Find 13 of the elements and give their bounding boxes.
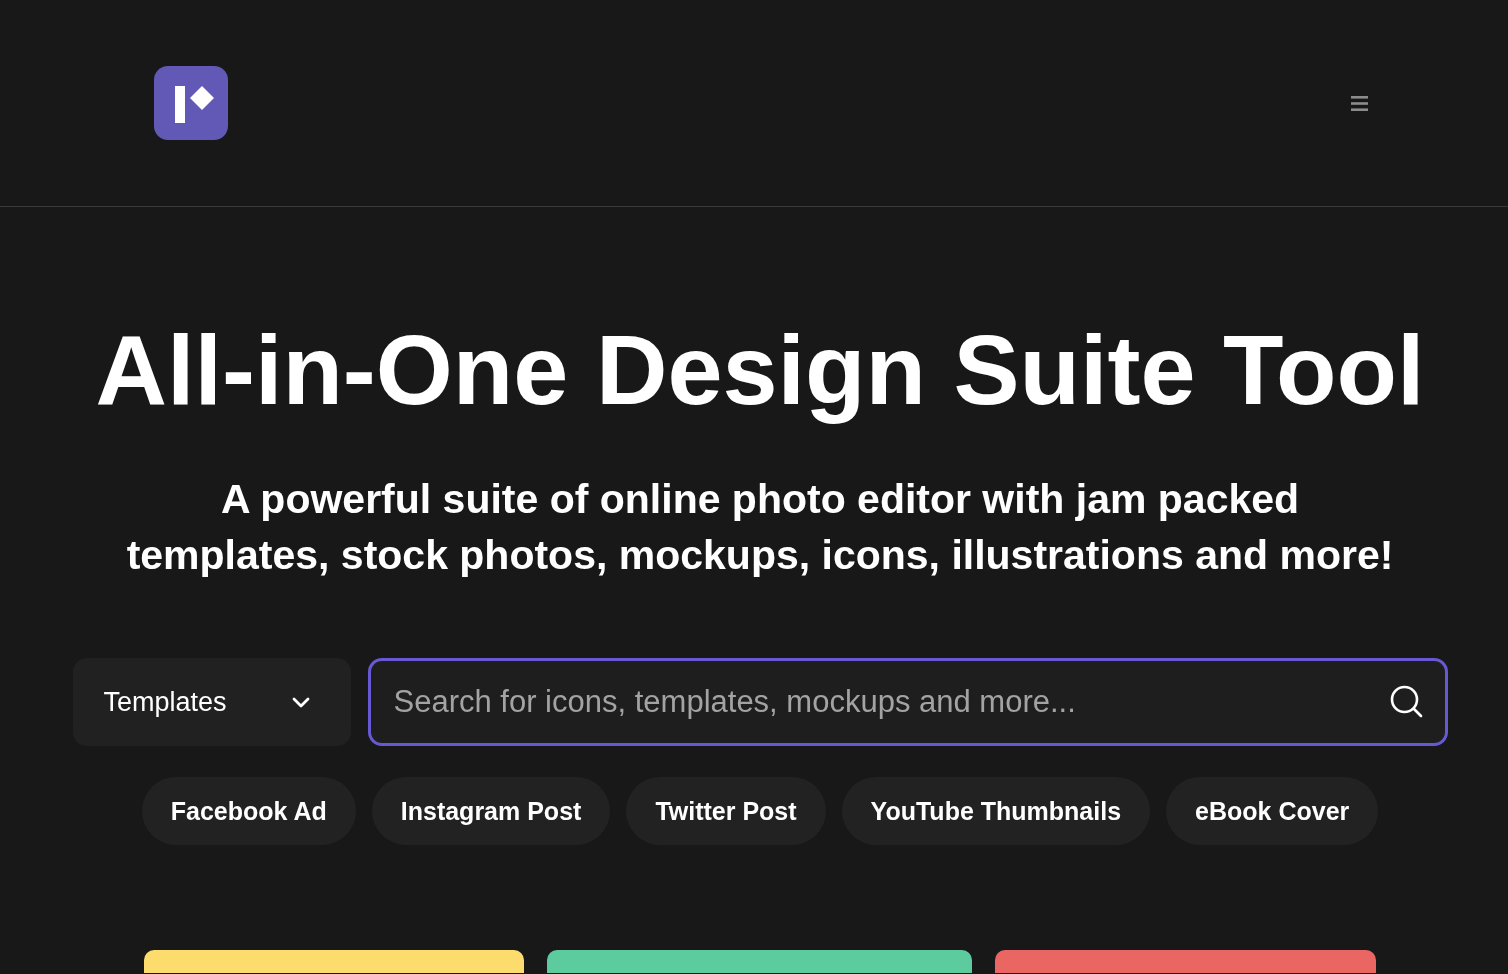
search-icon[interactable] [1389, 685, 1423, 718]
tag-chip[interactable]: Facebook Ad [141, 777, 356, 845]
tag-chip[interactable]: Instagram Post [371, 777, 611, 845]
tag-chip[interactable]: eBook Cover [1166, 777, 1379, 845]
hero-subtitle: A powerful suite of online photo editor with jam packed templates, stock photos, mockups, icons, illustrations and more! [125, 475, 1395, 580]
chevron-down-icon [291, 696, 310, 708]
category-dropdown[interactable]: Templates [72, 658, 351, 746]
tag-chip[interactable]: YouTube Thumbnails [841, 777, 1151, 845]
search-field[interactable]: Search for icons, templates, mockups and more... [367, 658, 1448, 746]
menu-icon[interactable] [1351, 95, 1368, 111]
hero-title: All-in-One Design Suite Tool [95, 313, 1425, 427]
tag-chip[interactable]: Twitter Post [626, 777, 826, 845]
logo-icon[interactable] [154, 66, 228, 140]
